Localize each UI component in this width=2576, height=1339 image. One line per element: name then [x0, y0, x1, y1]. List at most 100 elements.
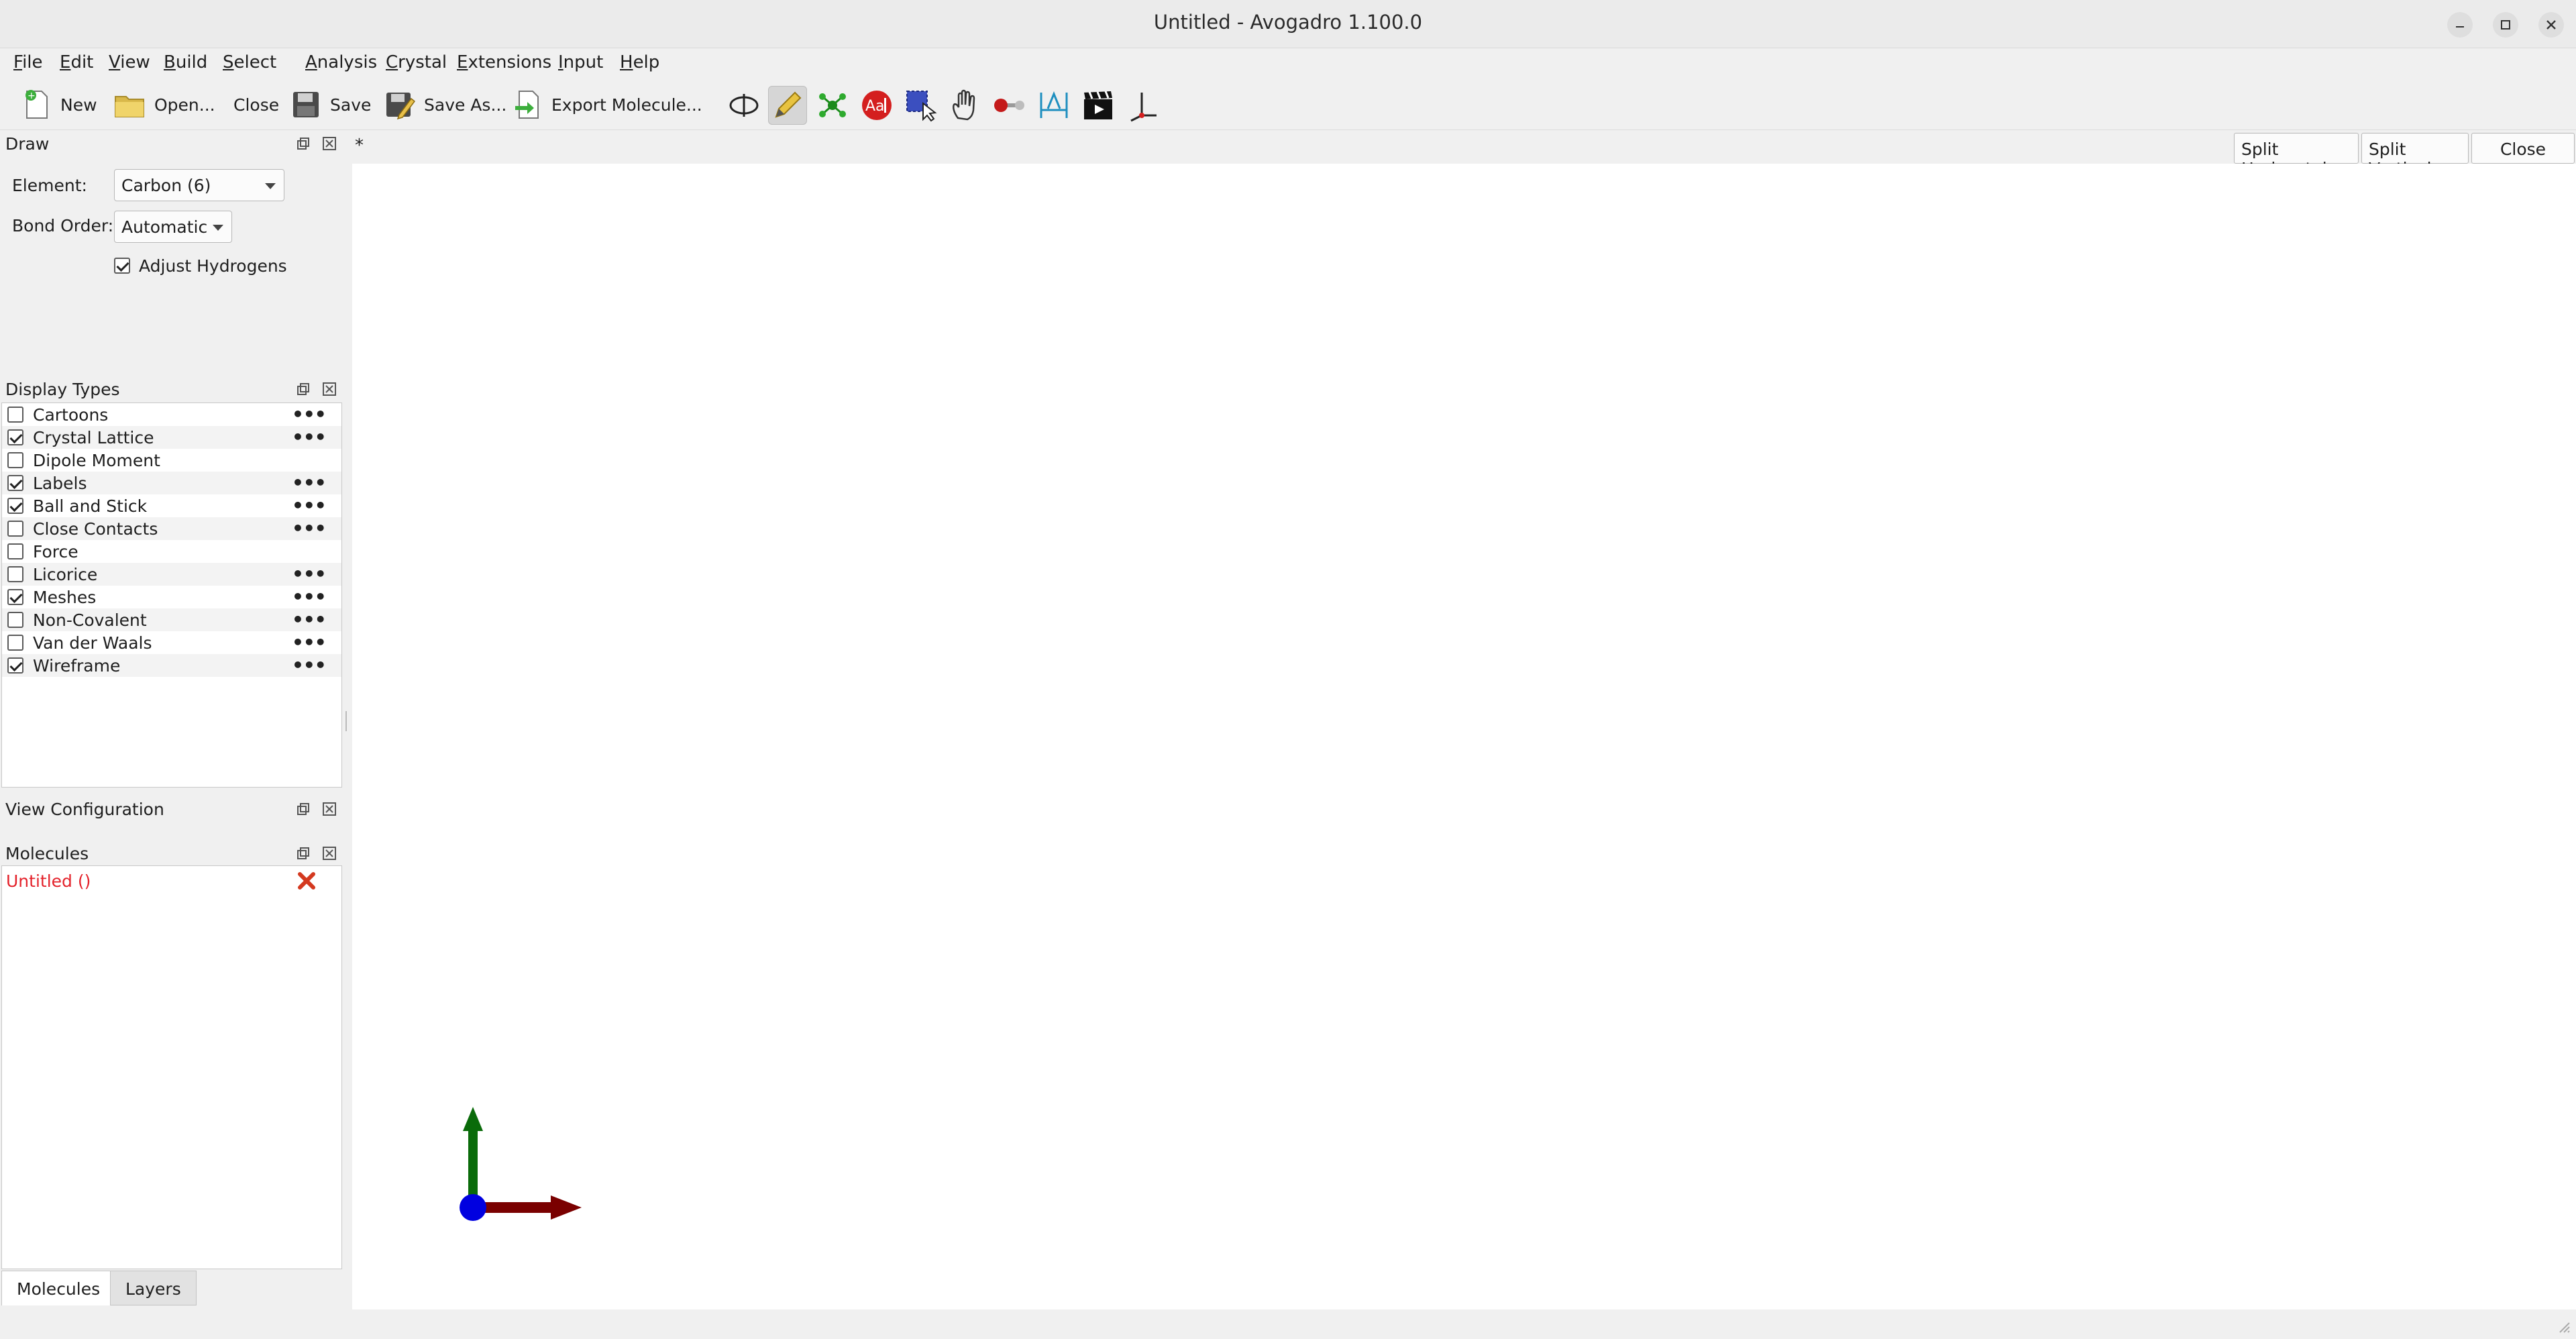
folder-icon: [113, 87, 148, 122]
display-type-row[interactable]: Cartoons •••: [2, 403, 341, 426]
undock-icon[interactable]: [295, 136, 310, 151]
menu-file[interactable]: File: [13, 52, 43, 72]
remove-molecule-icon[interactable]: [297, 871, 316, 890]
draw-tool[interactable]: [768, 86, 807, 125]
undock-icon[interactable]: [295, 382, 310, 396]
display-type-row[interactable]: Wireframe •••: [2, 654, 341, 677]
close-view-button[interactable]: Close: [2471, 133, 2575, 164]
display-type-row[interactable]: Crystal Lattice •••: [2, 426, 341, 449]
adjust-hydrogens-checkbox[interactable]: [114, 258, 130, 274]
viewport-tab[interactable]: *: [355, 136, 364, 156]
manipulate-tool[interactable]: [946, 86, 985, 125]
display-type-checkbox[interactable]: [7, 452, 23, 468]
display-type-checkbox[interactable]: [7, 521, 23, 537]
display-type-row[interactable]: Meshes •••: [2, 586, 341, 608]
tab-molecules[interactable]: Molecules: [1, 1271, 116, 1305]
settings-dots-icon[interactable]: •••: [292, 586, 327, 608]
menu-help[interactable]: Help: [620, 52, 659, 72]
display-type-checkbox[interactable]: [7, 543, 23, 559]
display-type-checkbox[interactable]: [7, 407, 23, 423]
navigate-tool[interactable]: [724, 86, 763, 125]
display-type-checkbox[interactable]: [7, 657, 23, 674]
display-type-row[interactable]: Non-Covalent •••: [2, 608, 341, 631]
display-type-checkbox[interactable]: [7, 589, 23, 605]
display-type-checkbox[interactable]: [7, 429, 23, 445]
display-type-checkbox[interactable]: [7, 612, 23, 628]
template-tool[interactable]: [813, 86, 852, 125]
close-panel-icon[interactable]: [322, 802, 337, 816]
hand-icon: [953, 89, 975, 121]
undock-icon[interactable]: [295, 802, 310, 816]
settings-dots-icon[interactable]: •••: [292, 608, 327, 631]
display-type-row[interactable]: Force: [2, 540, 341, 563]
floppy-disk-icon: [288, 87, 323, 122]
bond-centric-tool[interactable]: [990, 86, 1029, 125]
save-button[interactable]: Save: [288, 85, 371, 125]
settings-dots-icon[interactable]: •••: [292, 631, 327, 653]
x-axis-arrowhead: [551, 1195, 582, 1220]
menu-input[interactable]: Input: [558, 52, 603, 72]
align-tool[interactable]: [1123, 86, 1162, 125]
bond-centric-icon: [994, 99, 1024, 112]
close-file-button[interactable]: Close: [233, 85, 279, 125]
element-select[interactable]: Carbon (6): [114, 169, 284, 201]
settings-dots-icon[interactable]: •••: [292, 426, 327, 448]
animation-tool[interactable]: [1079, 86, 1118, 125]
minimize-icon: [2456, 26, 2464, 28]
maximize-icon: [2501, 20, 2510, 30]
adjust-hydrogens-label: Adjust Hydrogens: [139, 256, 287, 276]
split-horizontal-button[interactable]: Split Horizontal: [2234, 133, 2359, 178]
close-panel-icon[interactable]: [322, 382, 337, 396]
display-type-row[interactable]: Close Contacts •••: [2, 517, 341, 540]
splitter-handle[interactable]: [343, 711, 349, 731]
settings-dots-icon[interactable]: •••: [292, 563, 327, 585]
display-type-row[interactable]: Ball and Stick •••: [2, 494, 341, 517]
display-type-checkbox[interactable]: [7, 635, 23, 651]
bond-order-select[interactable]: Automatic: [114, 211, 232, 243]
minimize-button[interactable]: [2447, 12, 2473, 38]
export-molecule-button[interactable]: Export Molecule...: [510, 85, 702, 125]
split-vertical-button[interactable]: Split Vertical: [2361, 133, 2469, 178]
settings-dots-icon[interactable]: •••: [292, 403, 327, 425]
measure-tool[interactable]: [1034, 86, 1073, 125]
menu-view[interactable]: View: [109, 52, 150, 72]
display-type-checkbox[interactable]: [7, 498, 23, 514]
settings-dots-icon[interactable]: •••: [292, 654, 327, 676]
display-type-checkbox[interactable]: [7, 475, 23, 491]
display-type-row[interactable]: Labels •••: [2, 472, 341, 494]
menu-crystal[interactable]: Crystal: [386, 52, 447, 72]
settings-dots-icon[interactable]: •••: [292, 517, 327, 539]
display-type-row[interactable]: Van der Waals •••: [2, 631, 341, 654]
undock-icon[interactable]: [295, 846, 310, 861]
display-types-list: Cartoons ••• Crystal Lattice ••• Dipole …: [1, 403, 342, 788]
tab-layers[interactable]: Layers: [110, 1271, 197, 1305]
close-window-button[interactable]: [2538, 12, 2564, 38]
selection-icon: [906, 91, 937, 122]
menu-analysis[interactable]: Analysis: [305, 52, 377, 72]
close-panel-icon[interactable]: [322, 846, 337, 861]
new-button[interactable]: + New: [19, 85, 97, 125]
label-tool[interactable]: Aa: [857, 86, 896, 125]
molecule-item[interactable]: Untitled (): [6, 871, 91, 891]
pencil-icon: [775, 91, 802, 118]
display-type-row[interactable]: Dipole Moment: [2, 449, 341, 472]
settings-dots-icon[interactable]: •••: [292, 494, 327, 517]
menu-select[interactable]: Select: [223, 52, 276, 72]
menu-edit[interactable]: Edit: [60, 52, 93, 72]
maximize-button[interactable]: [2493, 12, 2518, 38]
resize-grip-icon[interactable]: [2556, 1319, 2571, 1334]
element-label: Element:: [12, 176, 87, 195]
open-button[interactable]: Open...: [113, 85, 215, 125]
display-type-checkbox[interactable]: [7, 566, 23, 582]
svg-text:Aa: Aa: [865, 98, 885, 115]
save-as-button[interactable]: Save As...: [382, 85, 506, 125]
menu-build[interactable]: Build: [164, 52, 207, 72]
main-toolbar: + New Open... Close Save Save As... Expo…: [0, 79, 2576, 130]
settings-dots-icon[interactable]: •••: [292, 472, 327, 494]
menu-extensions[interactable]: Extensions: [457, 52, 551, 72]
close-panel-icon[interactable]: [322, 136, 337, 151]
selection-tool[interactable]: [902, 86, 941, 125]
molecule-3d-viewport[interactable]: [352, 164, 2576, 1309]
molecules-list: Untitled (): [1, 865, 342, 1269]
display-type-row[interactable]: Licorice •••: [2, 563, 341, 586]
